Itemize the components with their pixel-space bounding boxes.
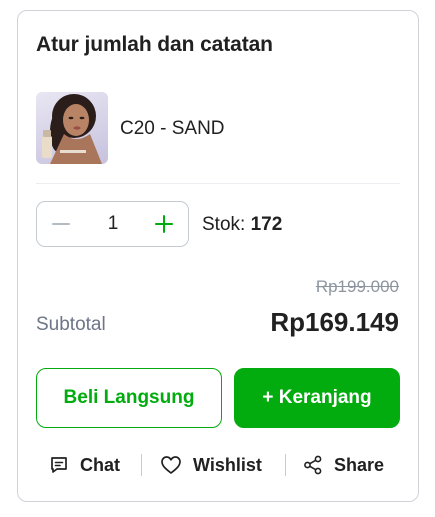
chat-button[interactable]: Chat [49, 449, 120, 481]
stock-info: Stok: 172 [202, 214, 282, 236]
heart-icon [161, 456, 181, 474]
secondary-actions: Chat Wishlist Share [36, 449, 400, 481]
share-label: Share [334, 454, 385, 475]
product-row: C20 - SAND [36, 92, 400, 184]
divider [141, 454, 142, 476]
original-price: Rp199.000 [315, 277, 399, 296]
share-icon [304, 455, 322, 475]
plus-icon [155, 215, 173, 233]
chat-label: Chat [80, 454, 120, 475]
stock-value: 172 [250, 214, 283, 235]
product-image-icon [42, 94, 102, 164]
minus-icon [52, 223, 70, 225]
quantity-stepper [36, 201, 189, 247]
buy-now-button[interactable]: Beli Langsung [36, 368, 222, 428]
quantity-note-panel: Atur jumlah dan catatan C20 - SAND 1 Sto… [17, 10, 419, 502]
variant-name: C20 - SAND [120, 118, 225, 139]
quantity-input[interactable] [81, 202, 145, 246]
subtotal-label: Subtotal [36, 314, 106, 335]
wishlist-label: Wishlist [193, 454, 262, 475]
product-thumbnail [36, 92, 108, 164]
subtotal-price: Rp169.149 [270, 307, 399, 337]
increase-quantity-button[interactable] [148, 208, 180, 240]
chat-icon [51, 457, 67, 473]
share-button[interactable]: Share [303, 449, 384, 481]
wishlist-button[interactable]: Wishlist [160, 449, 262, 481]
decrease-quantity-button[interactable] [45, 208, 77, 240]
panel-title: Atur jumlah dan catatan [36, 33, 273, 56]
stock-label: Stok: [202, 214, 246, 235]
add-to-cart-button[interactable]: + Keranjang [234, 368, 400, 428]
divider [285, 454, 286, 476]
